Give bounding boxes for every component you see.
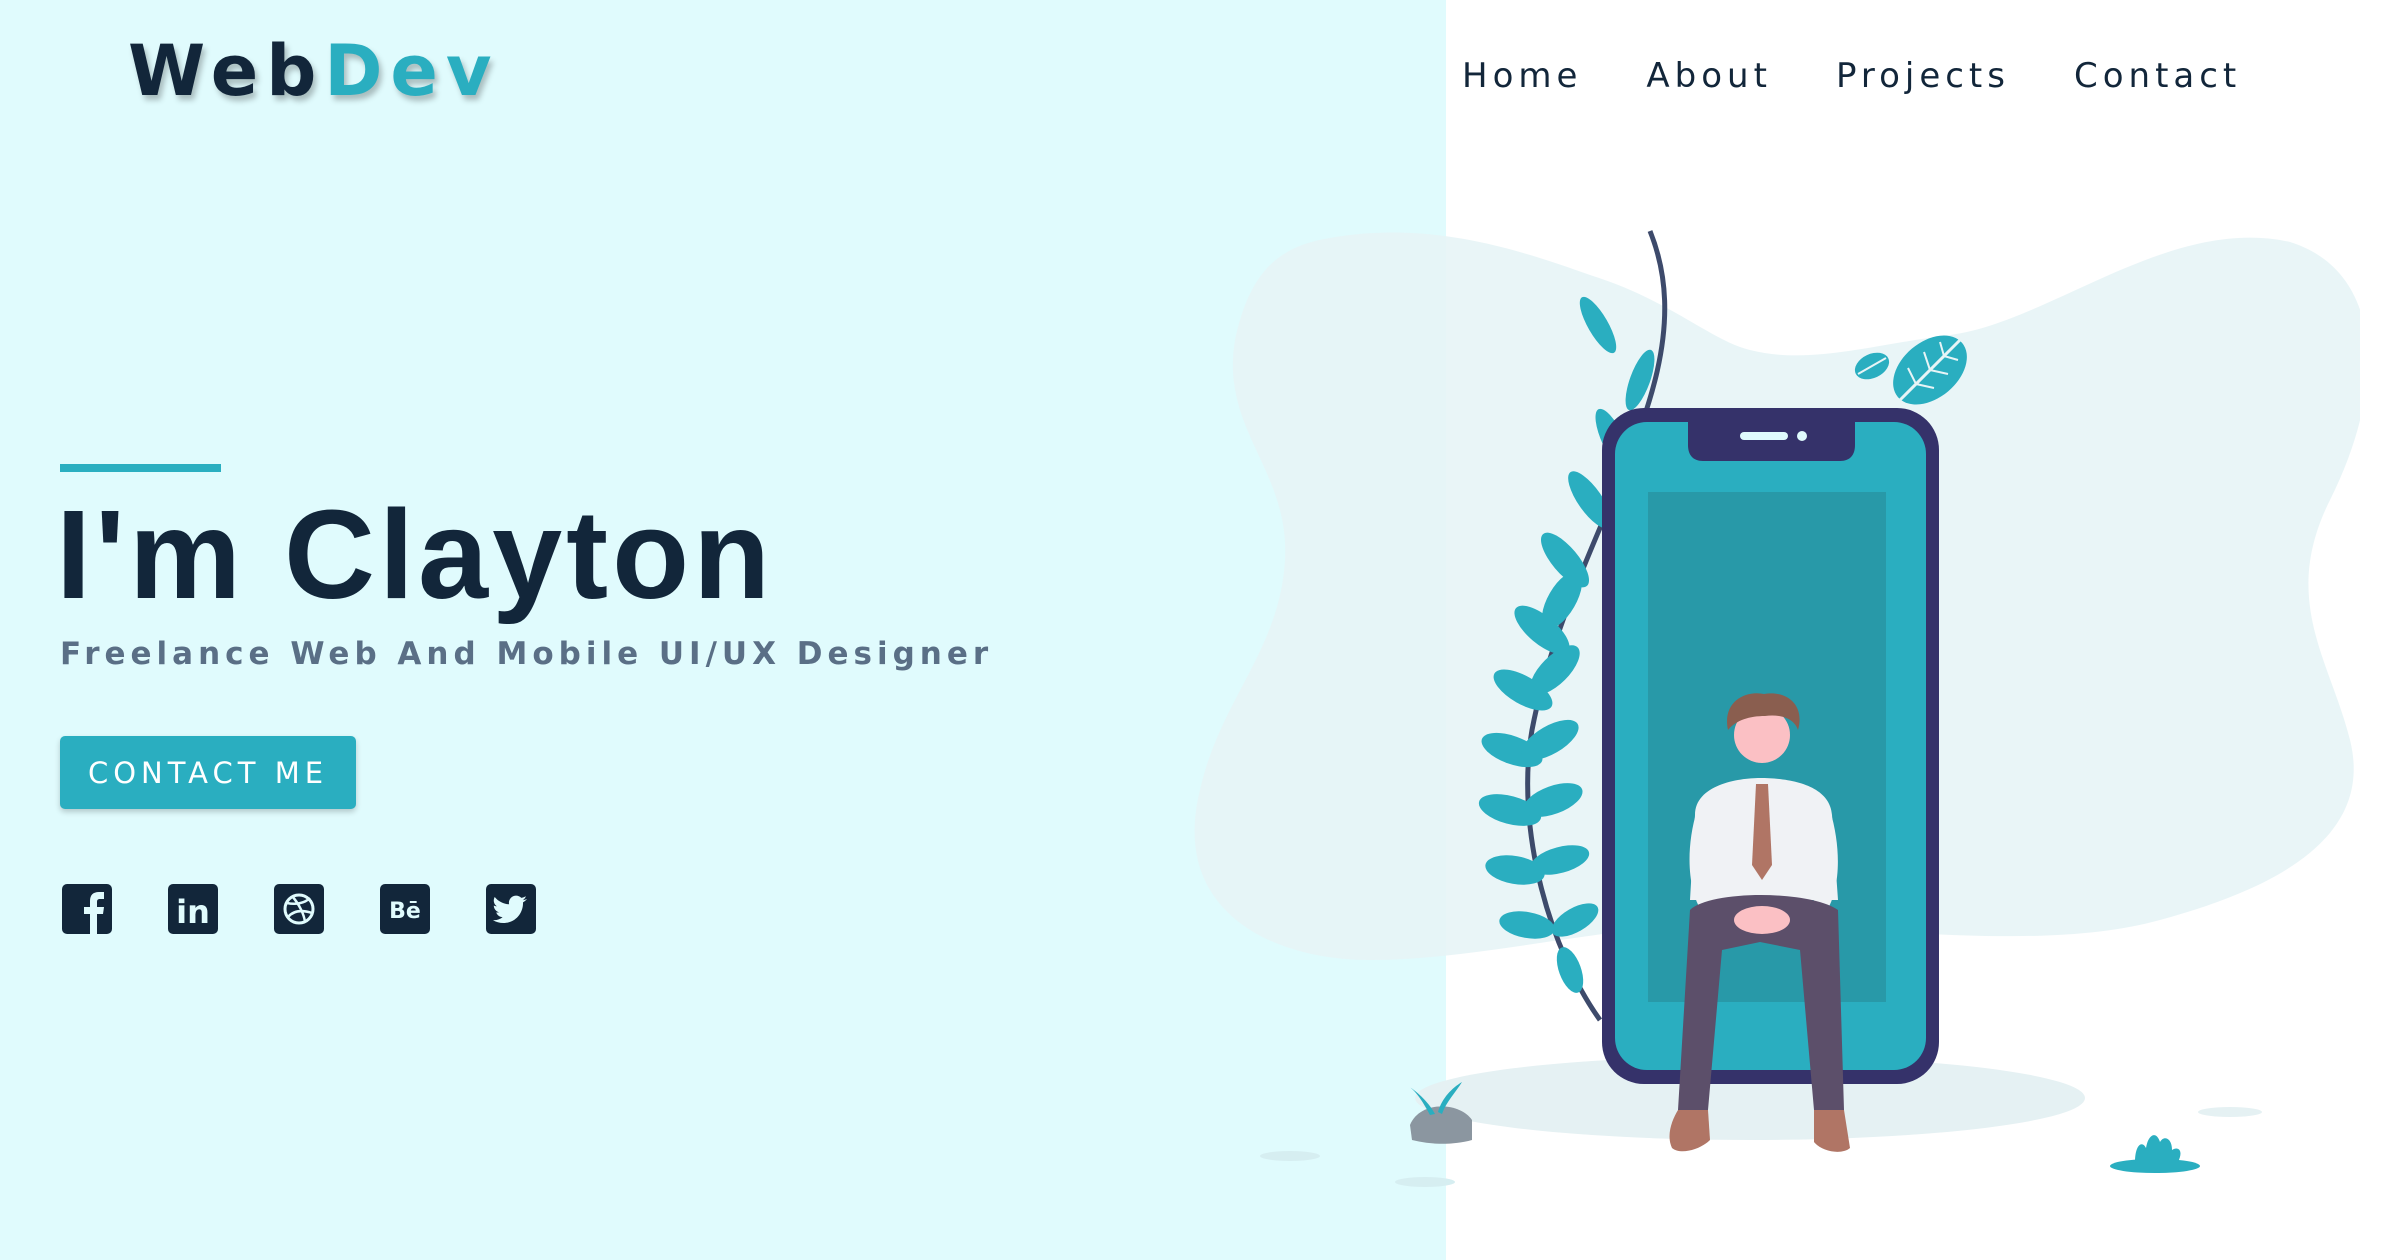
- facebook-icon[interactable]: [62, 884, 112, 934]
- linkedin-icon[interactable]: in: [168, 884, 218, 934]
- main-nav: Home About Projects Contact: [1462, 56, 2305, 96]
- twitter-icon[interactable]: [486, 884, 536, 934]
- logo[interactable]: WebDev: [128, 30, 500, 112]
- nav-contact[interactable]: Contact: [2074, 56, 2241, 96]
- nav-about[interactable]: About: [1646, 56, 1772, 96]
- contact-me-button[interactable]: CONTACT ME: [60, 736, 356, 809]
- nav-home[interactable]: Home: [1462, 56, 1582, 96]
- logo-part-dev: Dev: [324, 30, 500, 112]
- nav-projects[interactable]: Projects: [1836, 56, 2010, 96]
- hero-accent-rule: [60, 464, 221, 472]
- logo-part-web: Web: [128, 30, 325, 112]
- social-links: in Bē: [62, 884, 592, 934]
- linkedin-icon-text: in: [176, 893, 210, 931]
- hero-subtitle: Freelance Web And Mobile UI/UX Designer: [60, 636, 994, 672]
- behance-icon-text: Bē: [389, 899, 421, 924]
- dribbble-icon[interactable]: [274, 884, 324, 934]
- hero-title: I'm Clayton: [56, 484, 775, 625]
- hero-illustration: [1194, 230, 2360, 1187]
- behance-icon[interactable]: Bē: [380, 884, 430, 934]
